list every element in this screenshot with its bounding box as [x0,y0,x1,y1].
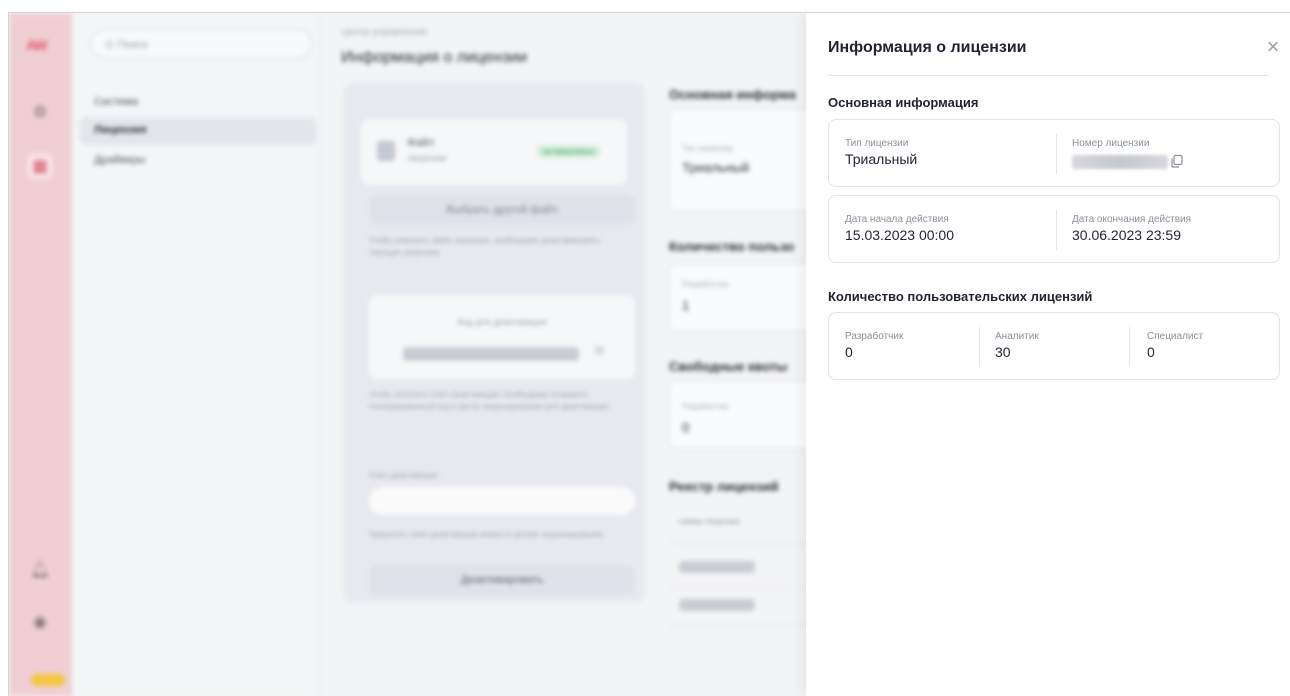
developer-label: Разработчик [845,331,904,342]
specialist-value: 0 [1147,344,1155,360]
divider [669,543,809,544]
bg-section-users: Количество пользо [669,239,795,254]
end-date-label: Дата окончания действия [1072,214,1192,225]
section-main-info: Основная информация [828,95,979,110]
divider [828,75,1269,76]
analyst-value: 30 [995,344,1011,360]
theme-toggle[interactable] [31,674,65,686]
file-icon [377,141,395,161]
divider [669,625,809,626]
deactivation-code-masked [403,347,579,361]
bg-license-type-label: Тип лицензии [682,144,733,153]
user-licenses-card: Разработчик 0 Аналитик 30 Специалист 0 [828,312,1280,380]
developer-field: Разработчик 0 [845,331,903,360]
file-subtitle: лицензии [407,153,447,163]
app-logo: AW [26,37,48,53]
license-type-value: Триальный [845,151,918,167]
bell-icon[interactable]: 🔔︎ [27,557,53,583]
user-icon[interactable]: ◉ [27,609,53,635]
status-badge: активирована [537,145,601,158]
file-block: Файл лицензии активирована [361,119,627,185]
bg-license-type-value: Триальный [682,160,750,175]
file-title: Файл [407,137,435,149]
license-number-masked [1072,155,1168,170]
section-user-licenses: Количество пользовательских лицензий [828,289,1093,304]
registry-row[interactable] [679,561,755,573]
developer-value: 0 [845,344,853,360]
request-key-hint: Запросить ключ деактивации можно в центр… [369,530,603,539]
choose-file-button[interactable]: Выбрать другой файл [369,195,635,225]
divider [1056,134,1057,174]
bg-developer-value: 1 [682,298,690,313]
close-icon[interactable]: × [1262,36,1284,59]
start-date-field: Дата начала действия 15.03.2023 00:00 [845,214,954,243]
specialist-field: Специалист 0 [1147,331,1203,360]
license-number-label: Номер лицензии [1072,138,1150,149]
license-type-card: Тип лицензии Триальный Номер лицензии [828,119,1280,187]
divider [979,327,980,367]
divider [1129,327,1130,367]
license-type-field: Тип лицензии Триальный [845,138,917,167]
sidebar-item-system[interactable]: Система [80,89,316,117]
divider [669,587,809,588]
bg-free-card: Разработчик 0 [669,381,811,449]
bg-main-card: Тип лицензии Триальный [669,109,811,211]
license-info-drawer: Информация о лицензии × Основная информа… [806,13,1290,696]
deactivation-code-label: Код для деактивации [457,317,547,327]
bg-free-developer-value: 0 [682,420,690,435]
end-date-field: Дата окончания действия 30.06.2023 23:59 [1072,214,1191,243]
bg-section-registry: Реестр лицензий [669,479,779,494]
sidebar-item-license[interactable]: Лицензия [80,117,316,145]
bg-free-developer-label: Разработчик [682,402,729,411]
copy-icon[interactable] [1170,154,1184,171]
divider [1056,210,1057,250]
left-rail: AW ⚙ ▦ 🔔︎ ◉ [9,13,72,696]
drawer-title: Информация о лицензии [828,39,1027,56]
license-number-field: Номер лицензии [1072,138,1184,171]
search-input[interactable]: ⊙ Поиск [90,29,312,59]
breadcrumb[interactable]: Центр управления [341,27,427,38]
specialist-label: Специалист [1147,331,1204,342]
page-title: Информация о лицензии [341,49,527,66]
bg-section-free: Свободные квоты [669,359,788,374]
license-type-label: Тип лицензии [845,138,909,149]
bg-section-main: Основная информа [669,87,796,102]
license-dates-card: Дата начала действия 15.03.2023 00:00 Да… [828,195,1280,263]
choose-file-hint: Чтобы изменить файл лицензии, необходимо… [369,236,601,257]
copy-icon[interactable]: ⧉ [595,343,604,358]
analyst-field: Аналитик 30 [995,331,1039,360]
end-date-value: 30.06.2023 23:59 [1072,227,1181,243]
bg-developer-label: Разработчик [682,280,729,289]
settings-icon[interactable]: ⚙ [27,99,53,125]
sidebar: ⊙ Поиск Система Лицензия Драйверы [72,13,320,696]
license-icon[interactable]: ▦ [27,153,53,179]
bg-users-card: Разработчик 1 [669,263,811,331]
deactivation-hint: Чтобы получить ключ деактивации, необход… [369,390,609,411]
app-window: AW ⚙ ▦ 🔔︎ ◉ ⊙ Поиск Система Лицензия Дра… [8,12,1290,696]
deactivation-key-field[interactable] [369,487,635,515]
deactivation-code-block: Код для деактивации ⧉ [369,295,635,379]
registry-row[interactable] [679,599,755,611]
sidebar-item-drivers[interactable]: Драйверы [80,147,316,175]
deactivation-key-label: Ключ деактивации [369,471,438,480]
registry-column-header: номер лицензии [679,517,740,526]
start-date-label: Дата начала действия [845,214,949,225]
start-date-value: 15.03.2023 00:00 [845,227,954,243]
analyst-label: Аналитик [995,331,1039,342]
license-file-card: Файл лицензии активирована Выбрать друго… [343,83,645,603]
deactivate-button[interactable]: Деактивировать [369,565,635,595]
